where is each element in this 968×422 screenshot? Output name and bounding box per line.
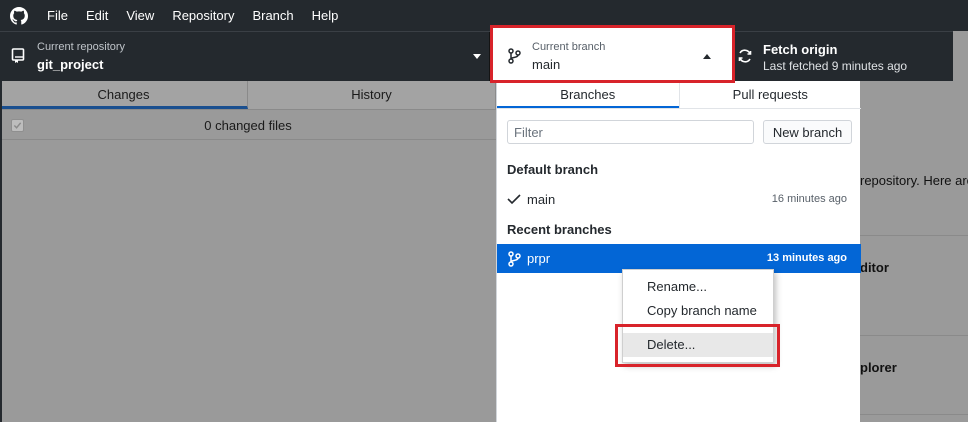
branch-icon: [507, 48, 521, 64]
menu-item-rename[interactable]: Rename...: [623, 275, 773, 299]
menu-item-delete[interactable]: Delete...: [623, 333, 773, 357]
new-branch-button[interactable]: New branch: [763, 120, 852, 144]
changes-pane: Changes History 0 changed files: [0, 81, 496, 422]
branch-time: 13 minutes ago: [766, 252, 847, 264]
tab-branches[interactable]: Branches: [497, 81, 679, 108]
left-edge: [0, 81, 2, 422]
fetch-origin-button[interactable]: Fetch origin Last fetched 9 minutes ago: [734, 32, 954, 82]
changes-history-tabs: Changes History: [0, 81, 496, 110]
chevron-down-icon: [473, 54, 481, 59]
branch-name: prpr: [527, 251, 551, 266]
fetch-origin-label: Fetch origin: [763, 42, 838, 57]
branch-name: main: [527, 192, 556, 207]
dropdown-tabs: Branches Pull requests: [497, 81, 861, 109]
current-branch-name: main: [532, 57, 561, 72]
changes-header: 0 changed files: [0, 110, 496, 140]
sync-icon: [737, 48, 753, 64]
menu-item-copy-branch-name[interactable]: Copy branch name: [623, 299, 773, 323]
welcome-pane: repository. Here are ditor plorer: [860, 81, 968, 422]
menu-repository[interactable]: Repository: [163, 0, 243, 31]
menu-bar: File Edit View Repository Branch Help: [0, 0, 968, 31]
tab-history[interactable]: History: [248, 81, 496, 109]
menu-file[interactable]: File: [38, 0, 77, 31]
toolbar: Current repository git_project Current b…: [0, 27, 968, 82]
branch-filter-input[interactable]: [507, 120, 754, 144]
default-branch-heading: Default branch: [507, 162, 599, 177]
last-fetched-text: Last fetched 9 minutes ago: [763, 59, 908, 73]
tab-changes[interactable]: Changes: [0, 81, 248, 109]
github-icon: [10, 6, 28, 25]
menu-help[interactable]: Help: [303, 0, 348, 31]
show-explorer-text: plorer: [860, 360, 897, 375]
menu-view[interactable]: View: [117, 0, 163, 31]
open-editor-text: ditor: [860, 260, 889, 275]
branch-dropdown: Branches Pull requests New branch Defaul…: [496, 81, 861, 422]
current-repository-button[interactable]: Current repository git_project: [0, 32, 490, 82]
current-branch-label: Current branch: [532, 41, 606, 53]
divider: [860, 235, 968, 236]
branch-item-main[interactable]: main 16 minutes ago: [497, 185, 861, 214]
changed-files-count: 0 changed files: [204, 118, 292, 133]
divider: [860, 335, 968, 336]
toolbar-right-edge: [953, 31, 968, 81]
branch-icon: [507, 251, 521, 270]
chevron-up-icon: [703, 54, 711, 59]
menu-edit[interactable]: Edit: [77, 0, 117, 31]
recent-branches-heading: Recent branches: [507, 222, 612, 237]
check-icon: [507, 193, 521, 208]
branch-context-menu: Rename... Copy branch name Delete...: [622, 269, 774, 363]
welcome-text: repository. Here are: [860, 173, 968, 188]
current-branch-button[interactable]: Current branch main: [493, 27, 734, 82]
branch-time: 16 minutes ago: [771, 193, 847, 205]
current-repository-name: git_project: [37, 57, 104, 72]
current-repository-label: Current repository: [37, 41, 126, 53]
tab-pull-requests[interactable]: Pull requests: [678, 81, 862, 108]
divider: [860, 414, 968, 415]
repo-icon: [11, 48, 25, 64]
menu-branch[interactable]: Branch: [243, 0, 302, 31]
